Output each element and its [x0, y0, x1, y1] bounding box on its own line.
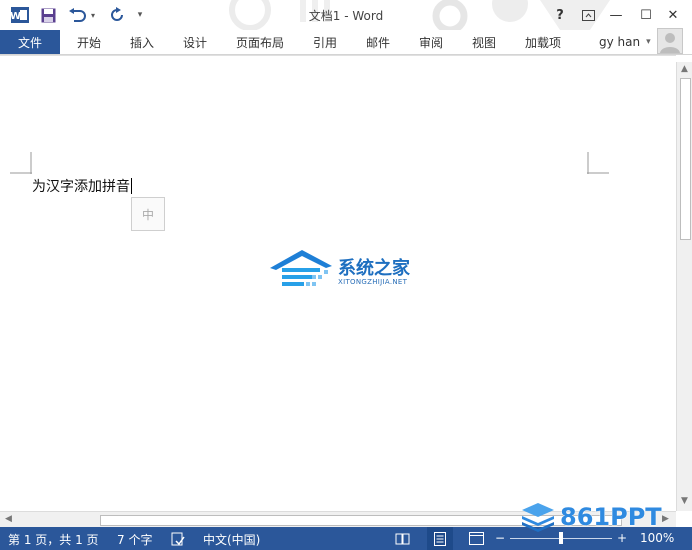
tab-file[interactable]: 文件	[0, 30, 60, 54]
maximize-button[interactable]: ☐	[635, 5, 657, 25]
minimize-button[interactable]: —	[605, 5, 627, 25]
document-paragraph: 为汉字添加拼音	[32, 179, 130, 195]
page-count[interactable]: 第 1 页，共 1 页	[8, 531, 99, 548]
avatar[interactable]	[657, 28, 683, 54]
document-text[interactable]: 为汉字添加拼音	[32, 176, 132, 196]
word-count[interactable]: 7 个字	[117, 531, 152, 548]
tab-add-ins[interactable]: 加载项	[525, 30, 561, 54]
tab-view[interactable]: 视图	[472, 30, 496, 54]
proofing-icon[interactable]	[170, 531, 186, 546]
language[interactable]: 中文(中国)	[203, 531, 260, 548]
zoom-in-button[interactable]: +	[617, 531, 627, 545]
user-silhouette-icon	[660, 33, 680, 53]
tab-review[interactable]: 审阅	[419, 30, 443, 54]
tab-insert[interactable]: 插入	[130, 30, 154, 54]
tab-mailings[interactable]: 邮件	[366, 30, 390, 54]
user-menu-icon: ▾	[646, 37, 651, 47]
tab-home[interactable]: 开始	[77, 30, 101, 54]
tab-references[interactable]: 引用	[313, 30, 337, 54]
watermark-site: XITONGZHIJIA.NET	[338, 278, 408, 286]
ribbon-display-options-icon[interactable]	[577, 5, 599, 25]
read-mode-icon[interactable]	[394, 531, 410, 546]
margin-mark-top-left	[10, 152, 32, 174]
vertical-scrollbar[interactable]: ▲ ▼	[676, 62, 692, 511]
861ppt-logo: 861PPT	[520, 500, 690, 532]
ribbon-tabs: 文件 开始 插入 设计 页面布局 引用 邮件 审阅 视图 加载项 gy han …	[0, 30, 692, 55]
user-account[interactable]: gy han ▾	[599, 30, 651, 54]
vertical-scroll-thumb[interactable]	[680, 78, 691, 240]
margin-mark-top-right	[587, 152, 609, 174]
help-button[interactable]: ?	[549, 5, 571, 25]
scroll-up-icon[interactable]: ▲	[681, 64, 688, 74]
861ppt-logo-text: 861PPT	[560, 503, 662, 531]
zoom-slider-handle[interactable]	[559, 532, 563, 544]
close-button[interactable]: ✕	[662, 5, 684, 25]
zoom-out-button[interactable]: −	[495, 531, 505, 545]
watermark-brand: 系统之家	[338, 258, 410, 279]
text-cursor	[131, 178, 132, 194]
ime-indicator[interactable]: 中	[131, 197, 165, 231]
web-layout-icon[interactable]	[468, 531, 484, 546]
861ppt-logo-mark: 861PPT	[522, 503, 663, 532]
tab-design[interactable]: 设计	[183, 30, 207, 54]
scroll-left-icon[interactable]: ◀	[5, 514, 12, 524]
tab-page-layout[interactable]: 页面布局	[236, 30, 284, 54]
xitongzhijia-logo-icon	[270, 250, 332, 286]
print-layout-icon[interactable]	[427, 527, 453, 550]
title-bar: W ▾ ▾ 文档1 - Word ? — ☐ ✕	[0, 0, 692, 30]
user-name: gy han	[599, 35, 641, 49]
zoom-level[interactable]: 100%	[640, 531, 674, 545]
